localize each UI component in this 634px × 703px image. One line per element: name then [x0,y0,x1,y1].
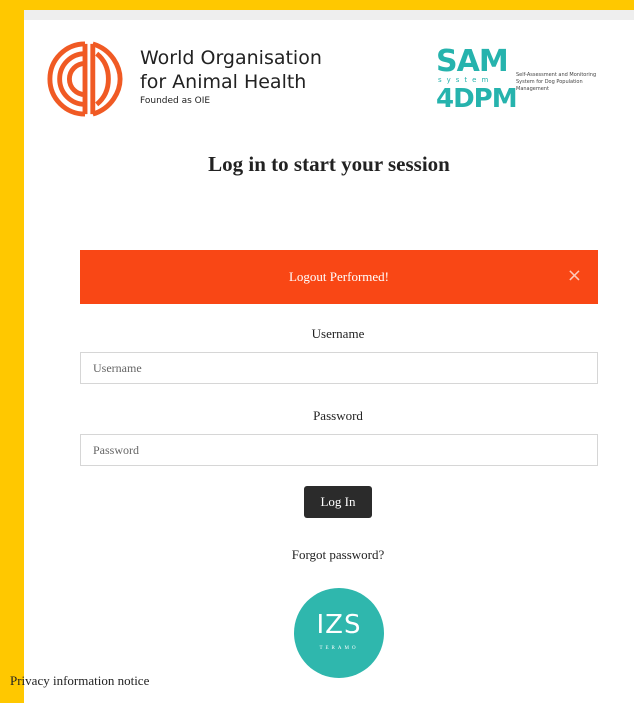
sam-4dpm-logo: SAM system 4DPM Self-Assessment and Moni… [432,44,622,126]
username-field[interactable] [80,352,598,384]
izs-logo-subtext: TERAMO [319,646,359,651]
sam-description: Self-Assessment and Monitoring System fo… [516,72,597,92]
privacy-notice-link[interactable]: Privacy information notice [10,673,149,689]
woah-wordmark: World Organisation for Animal Health Fou… [140,46,322,108]
sam-system-text: system [438,76,494,84]
sam-4dpm-text: 4DPM [436,84,518,114]
izs-logo-text: IZS [316,610,362,640]
alert-message: Logout Performed! [288,269,389,284]
login-button[interactable]: Log In [304,486,372,518]
woah-name-line1: World Organisation [140,47,322,69]
password-label: Password [313,408,363,423]
woah-logo-icon [47,41,123,117]
woah-name-line2: for Animal Health [140,71,307,93]
woah-founded-text: Founded as OIE [140,96,211,106]
username-label: Username [311,326,365,341]
logout-alert: Logout Performed! × [80,250,598,304]
password-field[interactable] [80,434,598,466]
close-icon[interactable]: × [567,265,582,286]
login-panel: World Organisation for Animal Health Fou… [24,10,634,703]
sam-title: SAM [436,44,509,79]
page-title: Log in to start your session [208,152,450,176]
forgot-password-link[interactable]: Forgot password? [24,547,634,563]
izs-logo: IZS TERAMO [294,588,384,678]
panel-top-bar [24,10,634,20]
